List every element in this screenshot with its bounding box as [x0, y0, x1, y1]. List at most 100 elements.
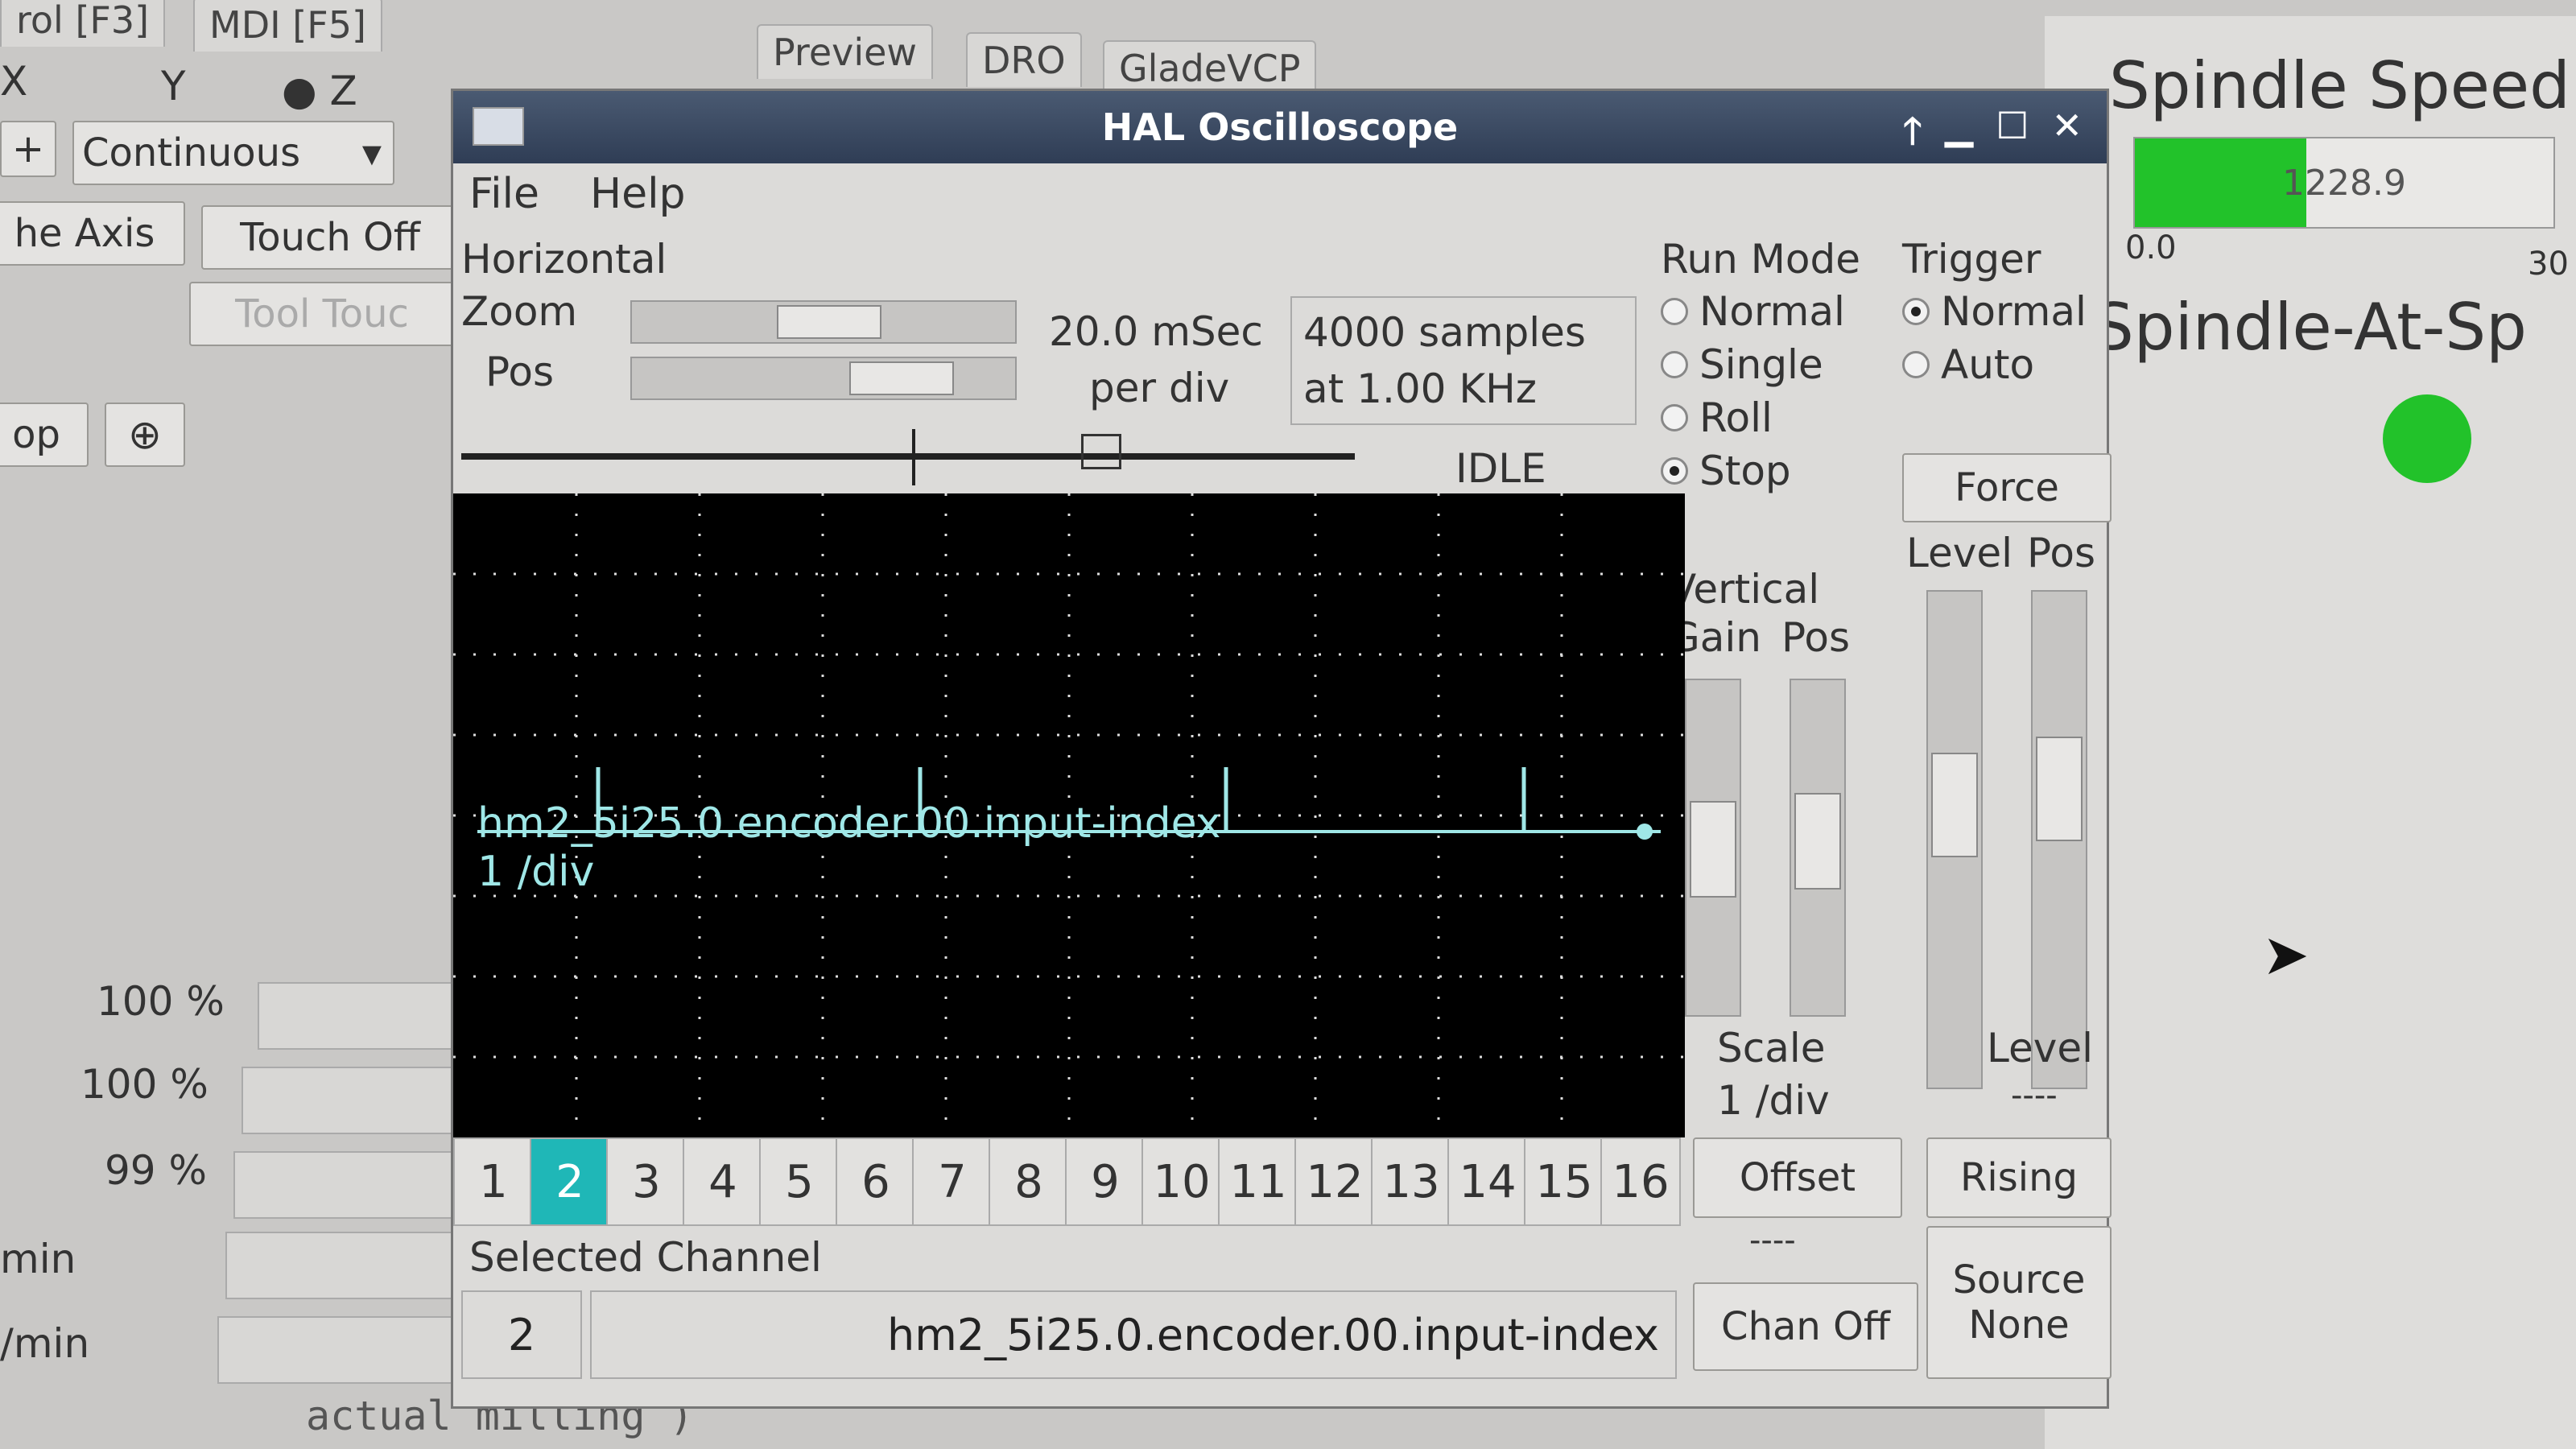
tool-touch-off-button[interactable]: Tool Touc	[189, 282, 455, 346]
channel-button-2[interactable]: 2	[530, 1137, 610, 1226]
menu-file[interactable]: File	[469, 170, 539, 218]
vertical-pos-thumb[interactable]	[1794, 793, 1841, 890]
tab-dro[interactable]: DRO	[966, 32, 1082, 87]
radio-button-icon[interactable]	[1661, 298, 1688, 325]
run-mode-radio-stop[interactable]: Stop	[1661, 448, 1791, 494]
run-mode-radio-single[interactable]: Single	[1661, 341, 1823, 388]
horizontal-pos-slider[interactable]	[630, 357, 1017, 400]
force-trigger-button[interactable]: Force	[1902, 453, 2112, 522]
vertical-offset-button[interactable]: Offset	[1693, 1137, 1902, 1218]
trigger-source-button[interactable]: Source None	[1926, 1226, 2112, 1379]
trigger-level-value: ----	[2011, 1077, 2058, 1114]
selected-channel-signal-button[interactable]: hm2_5i25.0.encoder.00.input-index	[590, 1290, 1677, 1379]
run-mode-radio-roll[interactable]: Roll	[1661, 394, 1773, 441]
trigger-mode-radio-auto[interactable]: Auto	[1902, 341, 2034, 388]
sample-info-box: 4000 samples at 1.00 KHz	[1290, 296, 1637, 425]
axis-radio-x[interactable]: X	[0, 58, 27, 105]
keep-above-icon[interactable]: 🡑	[1903, 104, 1922, 167]
trigger-level-slider[interactable]	[1926, 590, 1983, 1089]
trigger-pos-label: Pos	[2027, 530, 2096, 576]
trigger-mode-radio-normal[interactable]: Normal	[1902, 288, 2087, 335]
record-position-bar[interactable]	[461, 429, 1355, 485]
menu-help[interactable]: Help	[590, 170, 686, 218]
rapid-override-slider[interactable]	[242, 1067, 454, 1134]
minimize-icon[interactable]: ▁	[1945, 104, 1973, 167]
spindle-speed-value: 1228.9	[2282, 162, 2406, 204]
channel-button-7[interactable]: 7	[912, 1137, 993, 1226]
zoom-slider-thumb[interactable]	[777, 305, 881, 339]
trigger-level-thumb[interactable]	[1931, 753, 1978, 857]
chevron-down-icon: ▾	[361, 130, 382, 175]
channel-button-11[interactable]: 11	[1218, 1137, 1298, 1226]
vertical-gain-thumb[interactable]	[1690, 801, 1736, 898]
maximize-icon[interactable]: ☐	[1996, 104, 2029, 167]
selected-channel-number: 2	[461, 1290, 582, 1379]
trace-signal-name: hm2_5i25.0.encoder.00.input-index	[477, 799, 1221, 848]
jog-mode-select[interactable]: Continuous ▾	[72, 121, 394, 185]
vertical-pos-slider[interactable]	[1790, 679, 1846, 1017]
trigger-pos-thumb[interactable]	[2036, 737, 2083, 841]
spindle-min-label: 0.0	[2125, 229, 2177, 266]
radio-button-icon[interactable]	[1661, 457, 1688, 485]
axis-radio-y[interactable]: Y	[161, 63, 186, 109]
tab-preview[interactable]: Preview	[757, 24, 934, 79]
trigger-pos-slider[interactable]	[2031, 590, 2087, 1089]
scope-display[interactable]: hm2_5i25.0.encoder.00.input-index 1 /div	[453, 493, 1685, 1137]
radio-button-icon[interactable]	[1902, 351, 1930, 378]
radio-button-icon[interactable]	[1661, 404, 1688, 431]
chan-off-button[interactable]: Chan Off	[1693, 1282, 1918, 1371]
override-icon-button[interactable]: ⊕	[105, 402, 185, 467]
trigger-level-label: Level	[1906, 530, 2013, 576]
vertical-scale-value: 1 /div	[1717, 1077, 1830, 1124]
horizontal-pos-thumb[interactable]	[849, 361, 954, 395]
max-velocity-unit: /min	[0, 1320, 90, 1367]
jog-plus-button[interactable]: +	[0, 121, 56, 177]
zoom-slider[interactable]	[630, 300, 1017, 344]
run-mode-radio-label: Normal	[1699, 288, 1845, 335]
vertical-offset-value: ----	[1749, 1222, 1796, 1259]
radio-button-icon[interactable]	[1661, 351, 1688, 378]
channel-button-12[interactable]: 12	[1294, 1137, 1375, 1226]
spindle-at-speed-title: Spindle-At-Sp	[2093, 290, 2527, 365]
run-mode-radio-normal[interactable]: Normal	[1661, 288, 1845, 335]
axis-radio-z[interactable]: ● Z	[282, 68, 357, 114]
home-axis-button[interactable]: he Axis	[0, 201, 185, 266]
close-icon[interactable]: ✕	[2051, 104, 2083, 167]
channel-button-15[interactable]: 15	[1524, 1137, 1604, 1226]
channel-button-13[interactable]: 13	[1371, 1137, 1451, 1226]
channel-button-3[interactable]: 3	[606, 1137, 687, 1226]
tab-mdi[interactable]: MDI [F5]	[193, 0, 382, 52]
spindle-override-slider[interactable]	[233, 1151, 454, 1219]
tab-manual-control[interactable]: rol [F3]	[0, 0, 166, 47]
run-mode-title: Run Mode	[1661, 236, 1860, 283]
pos-label: Pos	[485, 349, 555, 395]
radio-button-icon[interactable]	[1902, 298, 1930, 325]
feed-override-slider[interactable]	[258, 982, 454, 1050]
channel-button-16[interactable]: 16	[1600, 1137, 1681, 1226]
trigger-edge-button[interactable]: Rising	[1926, 1137, 2112, 1218]
vertical-pos-label: Pos	[1781, 614, 1851, 661]
channel-button-4[interactable]: 4	[683, 1137, 763, 1226]
channel-button-6[interactable]: 6	[836, 1137, 916, 1226]
window-menu-icon[interactable]	[473, 107, 524, 146]
trigger-mode-radio-label: Auto	[1941, 341, 2035, 388]
target-icon: ⊕	[128, 411, 162, 458]
hal-oscilloscope-window: HAL Oscilloscope 🡑 ▁ ☐ ✕ File Help Horiz…	[451, 89, 2112, 1409]
channel-button-8[interactable]: 8	[989, 1137, 1069, 1226]
trigger-title: Trigger	[1902, 236, 2041, 283]
channel-button-5[interactable]: 5	[759, 1137, 840, 1226]
sample-rate: at 1.00 KHz	[1303, 365, 1537, 412]
channel-button-1[interactable]: 1	[453, 1137, 534, 1226]
tab-gladevcp[interactable]: GladeVCP	[1103, 40, 1317, 95]
stop-button[interactable]: op	[0, 402, 89, 467]
channel-button-14[interactable]: 14	[1447, 1137, 1528, 1226]
window-titlebar[interactable]: HAL Oscilloscope 🡑 ▁ ☐ ✕	[453, 91, 2107, 163]
vertical-gain-slider[interactable]	[1685, 679, 1741, 1017]
touch-off-button[interactable]: Touch Off	[201, 205, 459, 270]
jog-speed-slider[interactable]	[225, 1232, 454, 1299]
view-window-marker[interactable]	[1081, 434, 1121, 469]
max-velocity-slider[interactable]	[217, 1316, 454, 1384]
channel-button-9[interactable]: 9	[1065, 1137, 1146, 1226]
channel-button-10[interactable]: 10	[1141, 1137, 1222, 1226]
rapid-override-value: 100 %	[80, 1061, 208, 1108]
